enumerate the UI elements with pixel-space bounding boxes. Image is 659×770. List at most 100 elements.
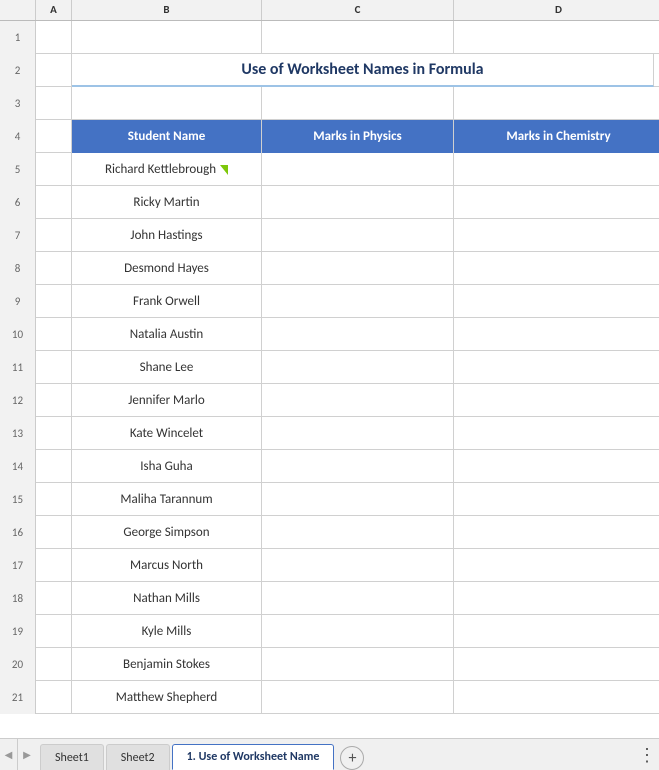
cell-a11[interactable]: [36, 351, 72, 384]
table-row: 15 Maliha Tarannum: [0, 483, 659, 516]
cell-c18[interactable]: [262, 582, 454, 615]
cell-c15[interactable]: [262, 483, 454, 516]
student-name-10[interactable]: Natalia Austin: [72, 318, 262, 351]
cell-d11[interactable]: [454, 351, 659, 384]
cell-a16[interactable]: [36, 516, 72, 549]
student-name-18[interactable]: Nathan Mills: [72, 582, 262, 615]
cell-d9[interactable]: [454, 285, 659, 318]
cell-a13[interactable]: [36, 417, 72, 450]
cell-c12[interactable]: [262, 384, 454, 417]
cell-d12[interactable]: [454, 384, 659, 417]
col-student-name-header: Student Name: [72, 120, 262, 153]
cell-c20[interactable]: [262, 648, 454, 681]
cell-a8[interactable]: [36, 252, 72, 285]
table-row: 9 Frank Orwell: [0, 285, 659, 318]
cell-d20[interactable]: [454, 648, 659, 681]
row-number: 20: [0, 648, 36, 681]
cell-d18[interactable]: [454, 582, 659, 615]
scroll-right-button[interactable]: ▶: [18, 739, 36, 770]
cell-c6[interactable]: [262, 186, 454, 219]
cell-d5[interactable]: [454, 153, 659, 186]
student-name-16[interactable]: George Simpson: [72, 516, 262, 549]
student-name-7[interactable]: John Hastings: [72, 219, 262, 252]
cell-a15[interactable]: [36, 483, 72, 516]
cell-d13[interactable]: [454, 417, 659, 450]
cell-a4[interactable]: [36, 120, 72, 153]
spreadsheet-title: Use of Worksheet Names in Formula: [241, 60, 483, 79]
cell-c19[interactable]: [262, 615, 454, 648]
cell-a21[interactable]: [36, 681, 72, 714]
cell-c3[interactable]: [262, 87, 454, 120]
cell-a10[interactable]: [36, 318, 72, 351]
cell-d10[interactable]: [454, 318, 659, 351]
cell-a17[interactable]: [36, 549, 72, 582]
table-row: 2 Use of Worksheet Names in Formula: [0, 54, 659, 87]
student-name-11[interactable]: Shane Lee: [72, 351, 262, 384]
more-options-button[interactable]: ⋮: [635, 739, 659, 770]
student-name-6[interactable]: Ricky Martin: [72, 186, 262, 219]
student-name-5[interactable]: Richard Kettlebrough: [72, 153, 262, 186]
sheet-tab-sheet1[interactable]: Sheet1: [40, 744, 104, 770]
cell-d3[interactable]: [454, 87, 659, 120]
cell-c1[interactable]: [262, 21, 454, 54]
sheet-tab-active[interactable]: 1. Use of Worksheet Name: [172, 744, 335, 770]
col-header-c[interactable]: C: [262, 0, 454, 20]
student-name-20[interactable]: Benjamin Stokes: [72, 648, 262, 681]
cell-c11[interactable]: [262, 351, 454, 384]
cell-d15[interactable]: [454, 483, 659, 516]
cell-c5[interactable]: [262, 153, 454, 186]
cell-d17[interactable]: [454, 549, 659, 582]
cell-a6[interactable]: [36, 186, 72, 219]
grid-body: 1 2 Use of Worksheet Names in Formula 3 …: [0, 21, 659, 738]
student-name-15[interactable]: Maliha Tarannum: [72, 483, 262, 516]
row-number: 15: [0, 483, 36, 516]
cell-c21[interactable]: [262, 681, 454, 714]
student-name-19[interactable]: Kyle Mills: [72, 615, 262, 648]
student-name-13[interactable]: Kate Wincelet: [72, 417, 262, 450]
cell-a14[interactable]: [36, 450, 72, 483]
cell-c8[interactable]: [262, 252, 454, 285]
cell-d19[interactable]: [454, 615, 659, 648]
cell-c10[interactable]: [262, 318, 454, 351]
cell-a18[interactable]: [36, 582, 72, 615]
cell-c17[interactable]: [262, 549, 454, 582]
cell-a1[interactable]: [36, 21, 72, 54]
cell-d16[interactable]: [454, 516, 659, 549]
cell-d21[interactable]: [454, 681, 659, 714]
cell-d14[interactable]: [454, 450, 659, 483]
student-name-14[interactable]: Isha Guha: [72, 450, 262, 483]
scroll-left-button[interactable]: ◀: [0, 739, 18, 770]
col-header-d[interactable]: D: [454, 0, 659, 20]
cell-a20[interactable]: [36, 648, 72, 681]
cell-c16[interactable]: [262, 516, 454, 549]
cell-d7[interactable]: [454, 219, 659, 252]
col-header-a[interactable]: A: [36, 0, 72, 20]
cell-a9[interactable]: [36, 285, 72, 318]
cell-c13[interactable]: [262, 417, 454, 450]
cell-c7[interactable]: [262, 219, 454, 252]
student-name-8[interactable]: Desmond Hayes: [72, 252, 262, 285]
student-name-17[interactable]: Marcus North: [72, 549, 262, 582]
cell-a3[interactable]: [36, 87, 72, 120]
sheet-tab-sheet2[interactable]: Sheet2: [106, 744, 170, 770]
student-name-9[interactable]: Frank Orwell: [72, 285, 262, 318]
col-header-b[interactable]: B: [72, 0, 262, 20]
cell-d1[interactable]: [454, 21, 659, 54]
cell-b1[interactable]: [72, 21, 262, 54]
cell-b3[interactable]: [72, 87, 262, 120]
student-name-12[interactable]: Jennifer Marlo: [72, 384, 262, 417]
row-number: 10: [0, 318, 36, 351]
cell-a7[interactable]: [36, 219, 72, 252]
add-sheet-button[interactable]: +: [340, 746, 364, 770]
table-row: 8 Desmond Hayes: [0, 252, 659, 285]
cell-a12[interactable]: [36, 384, 72, 417]
cell-d8[interactable]: [454, 252, 659, 285]
cell-a19[interactable]: [36, 615, 72, 648]
cell-c9[interactable]: [262, 285, 454, 318]
cell-c14[interactable]: [262, 450, 454, 483]
student-name-21[interactable]: Matthew Shepherd: [72, 681, 262, 714]
cell-a2[interactable]: [36, 54, 72, 87]
corner-header: [0, 0, 36, 20]
cell-d6[interactable]: [454, 186, 659, 219]
cell-a5[interactable]: [36, 153, 72, 186]
